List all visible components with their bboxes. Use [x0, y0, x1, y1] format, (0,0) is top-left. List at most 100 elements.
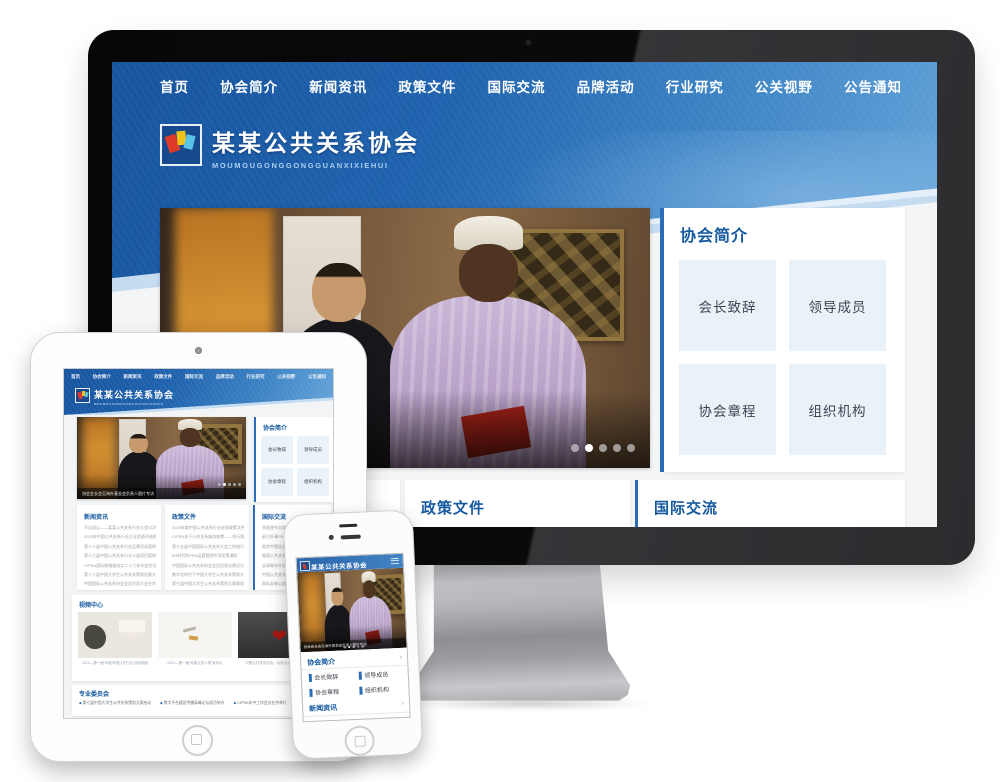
policy-list-item[interactable]: 2019年度中国公共关系行业宏观政策文件汇编	[172, 525, 244, 531]
video-thumbnail-sketch[interactable]	[158, 612, 232, 658]
tablet-intro-link-organization[interactable]: 组织机构	[297, 468, 329, 496]
carousel-dot[interactable]	[218, 483, 221, 486]
tablet-nav-item[interactable]: 公关视野	[277, 374, 295, 380]
tablet-nav-item[interactable]: 新闻资讯	[124, 374, 142, 380]
nav-item-policy[interactable]: 政策文件	[398, 76, 456, 96]
policy-list-item[interactable]: 5G时代的PRA运营营销专项宣贯通知	[172, 553, 244, 559]
policy-list-item[interactable]: CIPRA关于公共关系服务收费——执行版	[172, 534, 244, 540]
tablet-hero-carousel[interactable]: 协会会长会见海外基金会负责人图片专访	[77, 417, 246, 499]
tablet-camera-icon	[195, 347, 202, 354]
tablet-sidebar-title: 协会简介	[256, 417, 333, 432]
carousel-dot[interactable]	[343, 646, 346, 649]
video-thumbnail-crafts[interactable]	[78, 612, 152, 658]
tablet-site-title-pinyin: MOUMOUGONGGONGGUANXIXIEHUI	[94, 402, 174, 406]
carousel-dots[interactable]	[218, 483, 241, 486]
carousel-dot[interactable]	[233, 483, 236, 486]
carousel-dot[interactable]	[348, 646, 351, 649]
policy-list-item[interactable]: 第十五届中国国际公共关系大会工作指引	[172, 544, 244, 550]
hamburger-menu-icon[interactable]	[391, 557, 399, 564]
video-caption: 2021—第一届“年度公关人物”宣传片	[158, 661, 232, 666]
tablet-intro-link-leaders[interactable]: 领导成员	[297, 436, 329, 464]
phone-intro-link-president[interactable]: 会长致辞	[309, 672, 339, 682]
phone-intro-link-organization[interactable]: 组织机构	[359, 684, 389, 694]
photo-man-in-suit-head	[129, 434, 148, 453]
photo-man-in-robe-head	[459, 244, 518, 301]
committee-link[interactable]: 第七届中国大学生公共关系策划大赛启动	[79, 701, 151, 706]
carousel-dot[interactable]	[228, 483, 231, 486]
carousel-dot[interactable]	[352, 645, 355, 648]
tablet-news-column: 新闻资讯 不忘初心——某某公共关系行业大会5月举办 2023年中国公共关系行业企…	[77, 505, 161, 590]
sidebar-title: 协会简介	[664, 208, 905, 246]
policy-list-item[interactable]: 数字化时代下中国大学生公共关系策划大纲	[172, 572, 244, 578]
carousel-dot[interactable]	[627, 444, 635, 452]
phone-hero-carousel[interactable]: 协会会长会见海外基金会负责人图片专访	[297, 568, 406, 653]
responsive-mockup-canvas: 首页 协会简介 新闻资讯 政策文件 国际交流 品牌活动 行业研究 公关视野 公告…	[0, 0, 1000, 782]
phone-speaker-icon	[341, 535, 361, 540]
carousel-dot[interactable]	[238, 483, 241, 486]
carousel-dot[interactable]	[585, 444, 593, 452]
tablet-site-logo[interactable]: 某某公共关系协会 MOUMOUGONGGONGGUANXIXIEHUI	[75, 388, 174, 406]
intro-link-president[interactable]: 会长致辞	[679, 260, 776, 351]
news-list-item[interactable]: 第十六届中国大学生公共关系策划创意大赛	[84, 572, 156, 578]
tablet-nav-item[interactable]: 行业研究	[247, 374, 265, 380]
tablet-nav-item[interactable]: 品牌活动	[216, 374, 234, 380]
chevron-right-icon[interactable]: ›	[400, 654, 403, 661]
nav-item-about[interactable]: 协会简介	[220, 76, 278, 96]
intro-link-leaders[interactable]: 领导成员	[789, 260, 886, 351]
phone-top-slot	[339, 524, 357, 528]
carousel-dot[interactable]	[599, 444, 607, 452]
tablet-logo-flags-icon	[75, 388, 90, 403]
carousel-dot[interactable]	[223, 483, 226, 486]
carousel-dots[interactable]	[571, 444, 635, 452]
phone-camera-icon	[329, 535, 334, 540]
tablet-intro-links-grid: 会长致辞 领导成员 协会章程 组织机构	[261, 436, 329, 496]
carousel-dot[interactable]	[571, 444, 579, 452]
tablet-site-title: 某某公共关系协会	[94, 388, 174, 401]
policy-list-item[interactable]: 第七届中国大学生公共关系策划大赛章程	[172, 581, 244, 587]
site-title-pinyin: MOUMOUGONGGONGGUANXIXIEHUI	[212, 161, 420, 170]
tablet-intro-link-charter[interactable]: 协会章程	[261, 468, 293, 496]
carousel-dot[interactable]	[613, 444, 621, 452]
policy-list-item[interactable]: 中国国际公共关系协会会员信息化建设方案	[172, 563, 244, 569]
nav-item-notice[interactable]: 公告通知	[844, 76, 902, 96]
photo-man-in-suit-head	[331, 587, 343, 606]
phone-intro-link-charter[interactable]: 协会章程	[309, 687, 339, 697]
tablet-nav-item[interactable]: 政策文件	[154, 374, 172, 380]
intro-link-organization[interactable]: 组织机构	[789, 364, 886, 455]
committee-link[interactable]: 数字平台建设传播高峰论坛成功举办	[160, 701, 224, 706]
news-list-item[interactable]: 中国国际公共关系协会会员代表大会在京召开	[84, 581, 156, 587]
nav-item-international[interactable]: 国际交流	[488, 76, 546, 96]
committee-link[interactable]: CIPRA年中工作会议在京举行	[233, 701, 286, 706]
committee-links-row: 第七届中国大学生公共关系策划大赛启动 数字平台建设传播高峰论坛成功举办 CIPR…	[79, 701, 321, 706]
phone-intro-link-leaders[interactable]: 领导成员	[359, 670, 389, 680]
tablet-nav-item[interactable]: 公告通知	[308, 374, 326, 380]
phone-screen: 某某公共关系协会 协会会长会见海外基金会负责人图片专访 协会简介 › 会长致辞 …	[296, 553, 411, 723]
intro-link-charter[interactable]: 协会章程	[679, 364, 776, 455]
news-list-item[interactable]: 第十八届中国公共关系行业品牌活动案例大赛	[84, 544, 156, 550]
photo-man-in-robe-head	[180, 428, 200, 446]
chevron-right-icon[interactable]: ›	[402, 700, 405, 707]
nav-item-news[interactable]: 新闻资讯	[309, 76, 367, 96]
tablet-nav-item[interactable]: 首页	[71, 374, 80, 380]
news-list-item[interactable]: 不忘初心——某某公共关系行业大会5月举办	[84, 525, 156, 531]
tablet-nav-item[interactable]: 协会简介	[93, 374, 111, 380]
nav-item-home[interactable]: 首页	[160, 76, 189, 96]
site-title: 某某公共关系协会	[212, 124, 420, 158]
carousel-dot[interactable]	[357, 645, 360, 648]
tablet-intro-link-president[interactable]: 会长致辞	[261, 436, 293, 464]
news-list-item[interactable]: CIPRA国际联络部成立二十六年年会实况	[84, 563, 156, 569]
intl-panel-title: 国际交流	[638, 480, 905, 518]
nav-item-pr-vision[interactable]: 公关视野	[755, 76, 813, 96]
intro-sidebar-panel: 协会简介 会长致辞 领导成员 协会章程 组织机构	[664, 208, 905, 472]
site-logo[interactable]: 某某公共关系协会 MOUMOUGONGGONGGUANXIXIEHUI	[160, 124, 420, 170]
monitor-stand	[412, 560, 630, 702]
phone-intro-section-title[interactable]: 协会简介	[307, 657, 335, 668]
news-list-item[interactable]: 2023年中国公共关系行业企业资质评选结果	[84, 534, 156, 540]
phone-news-section-title[interactable]: 新闻资讯	[309, 703, 337, 714]
tablet-nav-item[interactable]: 国际交流	[185, 374, 203, 380]
carousel-dot[interactable]	[361, 645, 364, 648]
nav-item-brand[interactable]: 品牌活动	[577, 76, 635, 96]
nav-item-research[interactable]: 行业研究	[666, 76, 724, 96]
news-list-item[interactable]: 第十六届中国公共关系行业公益项目案例大赛	[84, 553, 156, 559]
intro-links-grid: 会长致辞 领导成员 协会章程 组织机构	[679, 260, 886, 455]
